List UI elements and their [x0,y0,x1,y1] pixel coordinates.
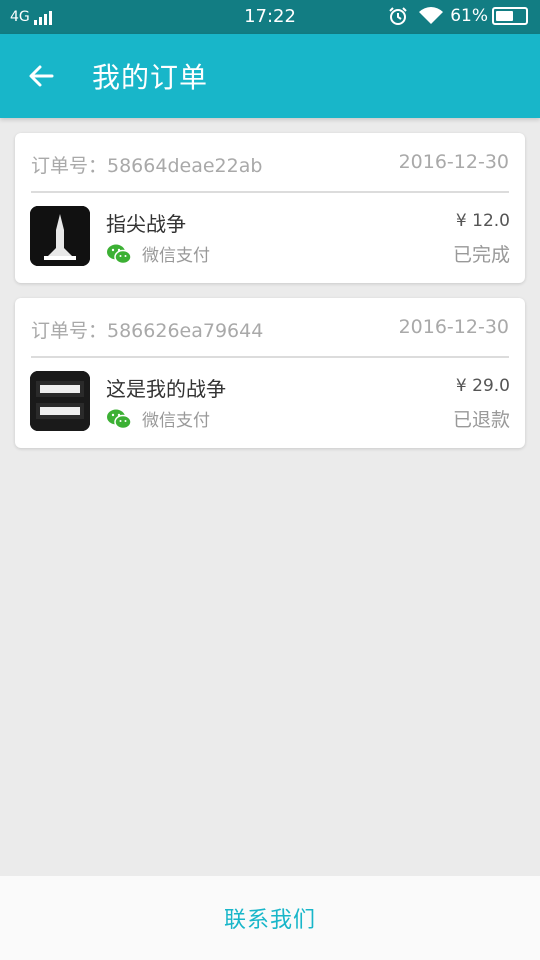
page-title: 我的订单 [92,61,209,94]
order-list: 订单号：58664deae22ab 2016-12-30 指尖战争 微信支付 ¥… [15,133,525,463]
arrow-left-icon [29,65,54,87]
order-card[interactable]: 订单号：586626ea79644 2016-12-30 这是我的战争 微信支付… [15,298,525,448]
order-id: 订单号：58664deae22ab [31,155,263,177]
payment-label: 微信支付 [142,411,210,431]
order-price: ¥ 29.0 [455,376,510,396]
app-bar: 我的订单 [0,34,540,118]
game-icon [30,371,90,431]
order-header: 订单号：586626ea79644 2016-12-30 [31,298,509,358]
contact-us-button[interactable]: 联系我们 [224,902,316,934]
order-price: ¥ 12.0 [455,211,510,231]
status-icons: 61% [388,6,528,26]
payment-method: 微信支付 [106,406,210,431]
order-status: 已退款 [452,409,510,431]
footer-bar: 联系我们 [0,876,540,960]
order-id: 订单号：586626ea79644 [31,320,264,342]
game-name: 指尖战争 [106,212,186,236]
alarm-icon [389,7,407,25]
payment-method: 微信支付 [106,241,210,266]
payment-label: 微信支付 [142,246,210,266]
order-header: 订单号：58664deae22ab 2016-12-30 [31,133,509,193]
wechat-pay-icon [107,244,132,264]
battery-percent: 61% [450,6,488,26]
order-status: 已完成 [452,244,510,266]
back-button[interactable] [22,56,62,96]
order-date: 2016-12-30 [398,316,509,338]
wechat-pay-icon [107,409,132,429]
battery-icon [492,7,528,25]
game-name: 这是我的战争 [106,377,226,401]
game-icon [30,206,90,266]
order-card[interactable]: 订单号：58664deae22ab 2016-12-30 指尖战争 微信支付 ¥… [15,133,525,283]
order-date: 2016-12-30 [398,151,509,173]
wifi-icon [419,7,444,24]
status-bar: 4G 17:22 61% [0,0,540,34]
